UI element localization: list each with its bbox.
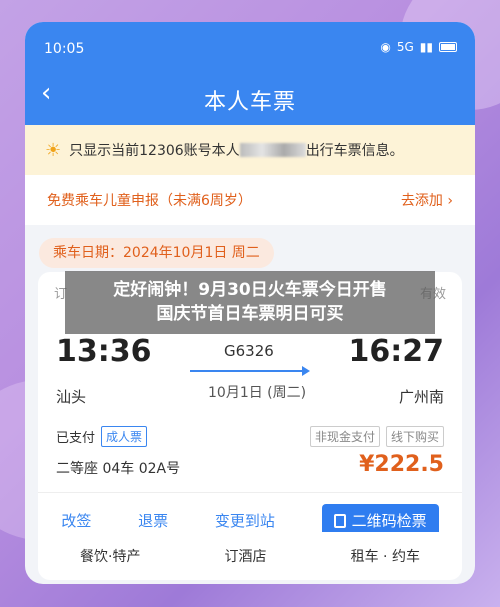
status-time: 10:05 (44, 41, 85, 57)
depart-time: 13:36 (56, 334, 152, 369)
arrive-station: 广州南 (398, 388, 444, 406)
seat-info: 二等座 04车 02A号 (56, 461, 181, 477)
child-label: 免费乘车儿童申报（未满6周岁） (47, 193, 252, 209)
notice-suffix: 出行车票信息。 (305, 143, 404, 159)
services-row: 餐饮·特产 订酒店 租车 · 约车 (38, 532, 462, 580)
service-food[interactable]: 餐饮·特产 (80, 546, 140, 566)
overlay-line1: 定好闹钟！9月30日火车票今日开售 (113, 280, 387, 300)
qr-checkin-label: 二维码检票 (351, 512, 427, 530)
change-station-button[interactable]: 变更到站 (215, 510, 275, 531)
price: ¥222.5 (359, 452, 444, 477)
payment-tags: 非现金支付 线下购买 (309, 426, 444, 447)
status-icons: ◉ 5G ▮▮ (380, 40, 457, 54)
arrow-icon (190, 366, 310, 376)
phone-icon (333, 513, 346, 528)
signal-icon: ▮▮ (419, 40, 433, 54)
payment-status: 已支付 成人票 (56, 426, 148, 447)
wifi-icon: ◉ (380, 40, 391, 54)
notice-bar: ☀ 只显示当前12306账号本人 出行车票信息。 (25, 125, 475, 175)
refund-button[interactable]: 退票 (138, 510, 168, 531)
trip-date: 乘车日期：2024年10月1日 周二 (39, 238, 274, 268)
times-row: 13:36 G6326 16:27 (56, 334, 445, 376)
sun-icon: ☀ (45, 139, 62, 161)
ticket-type-badge: 成人票 (101, 426, 148, 447)
service-hotel[interactable]: 订酒店 (225, 546, 267, 566)
top-bar: 10:05 ◉ 5G ▮▮ ‹ 本人车票 (25, 22, 475, 125)
battery-icon (439, 42, 457, 52)
overlay-line2: 国庆节首日车票明日可买 (156, 304, 344, 324)
train-number: G6326 (224, 342, 274, 360)
news-overlay: 定好闹钟！9月30日火车票今日开售 国庆节首日车票明日可买 (65, 271, 435, 334)
travel-date: 10月1日 (周二) (208, 385, 307, 401)
tag-offline: 线下购买 (385, 426, 444, 447)
service-car[interactable]: 租车 · 约车 (351, 546, 420, 566)
tag-noncash: 非现金支付 (309, 426, 380, 447)
arrive-time: 16:27 (348, 334, 445, 369)
child-add-link[interactable]: 去添加 › (401, 190, 453, 210)
signal-label: 5G (396, 40, 414, 54)
change-button[interactable]: 改签 (61, 510, 91, 531)
notice-prefix: 只显示当前12306账号本人 (69, 143, 240, 159)
divider (38, 492, 462, 493)
child-declare-row[interactable]: 免费乘车儿童申报（未满6周岁） 去添加 › (25, 175, 475, 225)
blurred-name (239, 143, 306, 157)
depart-station: 汕头 (56, 388, 87, 406)
paid-label: 已支付 (56, 431, 96, 446)
page-title: 本人车票 (203, 90, 296, 115)
